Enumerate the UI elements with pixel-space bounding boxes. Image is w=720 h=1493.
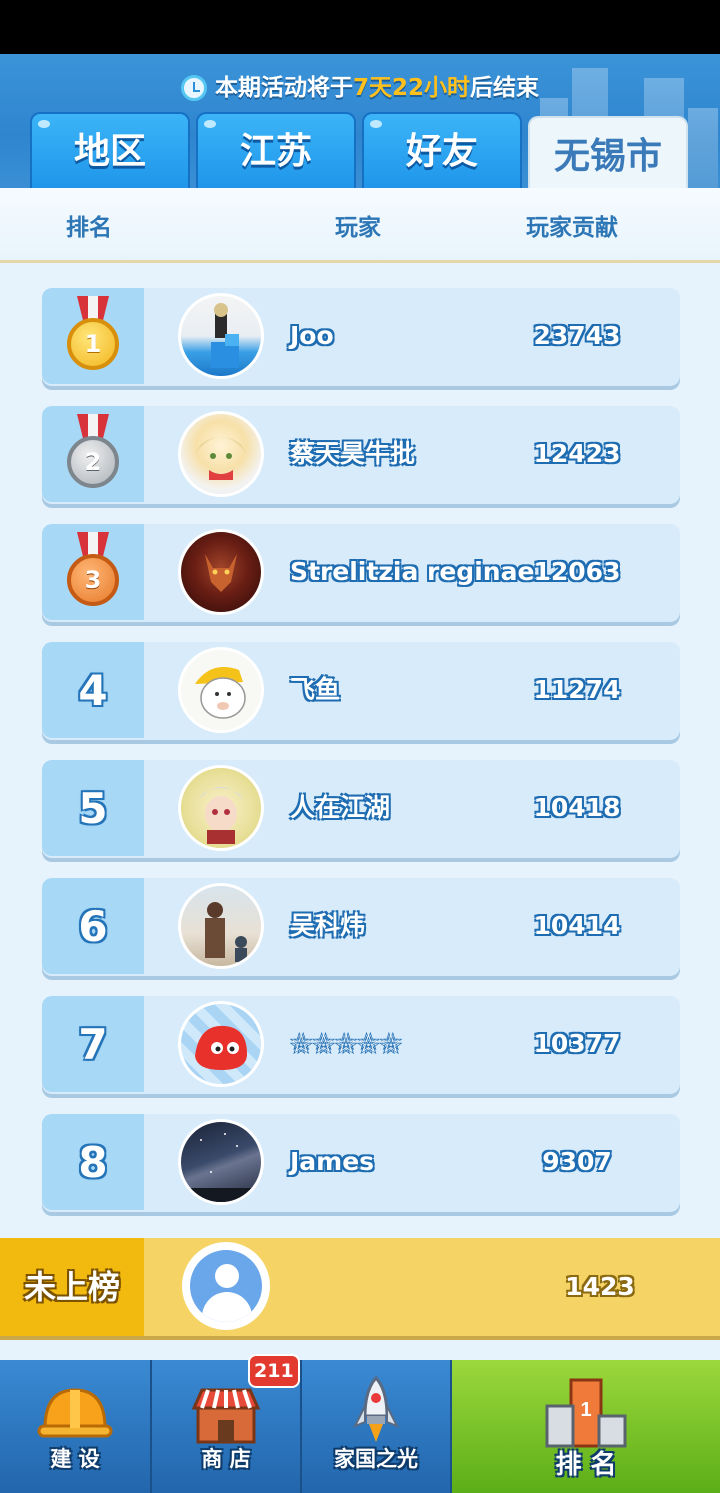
timer-prefix: 本期活动将于 [214,75,353,101]
player-avatar[interactable] [178,647,264,733]
player-score: 10377 [533,1029,621,1058]
player-name: James [290,1147,375,1176]
unranked-label: 未上榜 [0,1238,144,1336]
nav-build[interactable]: 建 设 [0,1360,152,1493]
leaderboard-row[interactable]: 5 人在江湖 10418 [42,760,680,858]
tab-highlight-icon [370,120,382,128]
rank-cell: 3 [42,524,144,620]
player-avatar[interactable] [178,883,264,969]
region-tabs: 地区 江苏 好友 无锡市 [30,112,695,188]
default-user-icon [190,1250,262,1322]
leaderboard-list[interactable]: 1 Joo 23743 2 蔡天昊牛批 12423 3 Strelitzia r… [0,263,720,1238]
tab-friends[interactable]: 好友 [362,112,522,188]
column-rank: 排名 [66,215,112,241]
player-score: 23743 [533,321,621,350]
leaderboard-row[interactable]: 4 飞鱼 11274 [42,642,680,740]
player-name: Joo [290,321,334,350]
spacer [0,1340,720,1360]
leaderboard-row[interactable]: 2 蔡天昊牛批 12423 [42,406,680,504]
bottom-nav: 建 设 商 店 家国之光 1 排 名 211 [0,1354,720,1493]
bronze-medal-icon: 3 [65,532,121,612]
svg-text:1: 1 [580,1399,591,1421]
player-avatar[interactable] [178,411,264,497]
player-avatar[interactable] [178,1001,264,1087]
player-avatar[interactable] [178,529,264,615]
column-contribution: 玩家贡献 [526,215,618,241]
my-rank-row[interactable]: 未上榜 1423 [0,1238,720,1340]
tab-highlight-icon [38,120,50,128]
rank-cell: 5 [42,760,144,856]
column-header: 排名 玩家 玩家贡献 [0,188,720,263]
player-avatar[interactable] [178,765,264,851]
rank-cell: 2 [42,406,144,502]
rank-cell: 7 [42,996,144,1092]
leaderboard-row[interactable]: 1 Joo 23743 [42,288,680,386]
player-score: 10418 [533,793,621,822]
player-name: ☆☆☆☆☆ [290,1029,403,1058]
player-avatar[interactable] [178,293,264,379]
gold-medal-icon: 1 [65,296,121,376]
leaderboard-row[interactable]: 3 Strelitzia reginae 12063 [42,524,680,622]
timer-suffix: 后结束 [470,75,539,101]
header: 本期活动将于7天22小时后结束 地区 江苏 好友 无锡市 [0,54,720,188]
leaderboard-row[interactable]: 8 James 9307 [42,1114,680,1212]
silver-medal-icon: 2 [65,414,121,494]
hard-hat-icon [37,1382,113,1448]
player-name: Strelitzia reginae [290,557,535,586]
player-name: 人在江湖 [290,793,391,822]
clock-icon [180,75,207,101]
status-bar [0,0,720,54]
tab-wuxi[interactable]: 无锡市 [528,116,688,188]
nav-national-glory[interactable]: 家国之光 [302,1360,452,1493]
event-timer: 本期活动将于7天22小时后结束 [0,68,720,102]
rank-cell: 1 [42,288,144,384]
leaderboard-row[interactable]: 6 吴科炜 10414 [42,878,680,976]
player-name: 飞鱼 [290,675,341,704]
player-name: 吴科炜 [290,911,366,940]
leaderboard-row[interactable]: 7 ☆☆☆☆☆ 10377 [42,996,680,1094]
player-score: 9307 [542,1147,612,1176]
player-score: 10414 [533,911,621,940]
rank-cell: 4 [42,642,144,738]
shop-notification-badge: 211 [248,1354,300,1388]
timer-remaining: 7天22小时 [352,75,470,101]
player-score: 12423 [533,439,621,468]
player-name: 蔡天昊牛批 [290,439,416,468]
player-score: 12063 [533,557,621,586]
shop-icon [190,1382,262,1452]
nav-ranking[interactable]: 1 排 名 [452,1360,720,1493]
tab-region[interactable]: 地区 [30,112,190,188]
my-score: 1423 [565,1272,635,1301]
rank-cell: 8 [42,1114,144,1210]
column-player: 玩家 [335,215,381,241]
tab-jiangsu[interactable]: 江苏 [196,112,356,188]
my-avatar[interactable] [182,1242,270,1330]
rocket-icon [351,1375,401,1452]
player-score: 11274 [533,675,621,704]
rank-cell: 6 [42,878,144,974]
tab-highlight-icon [204,120,216,128]
player-avatar[interactable] [178,1119,264,1205]
